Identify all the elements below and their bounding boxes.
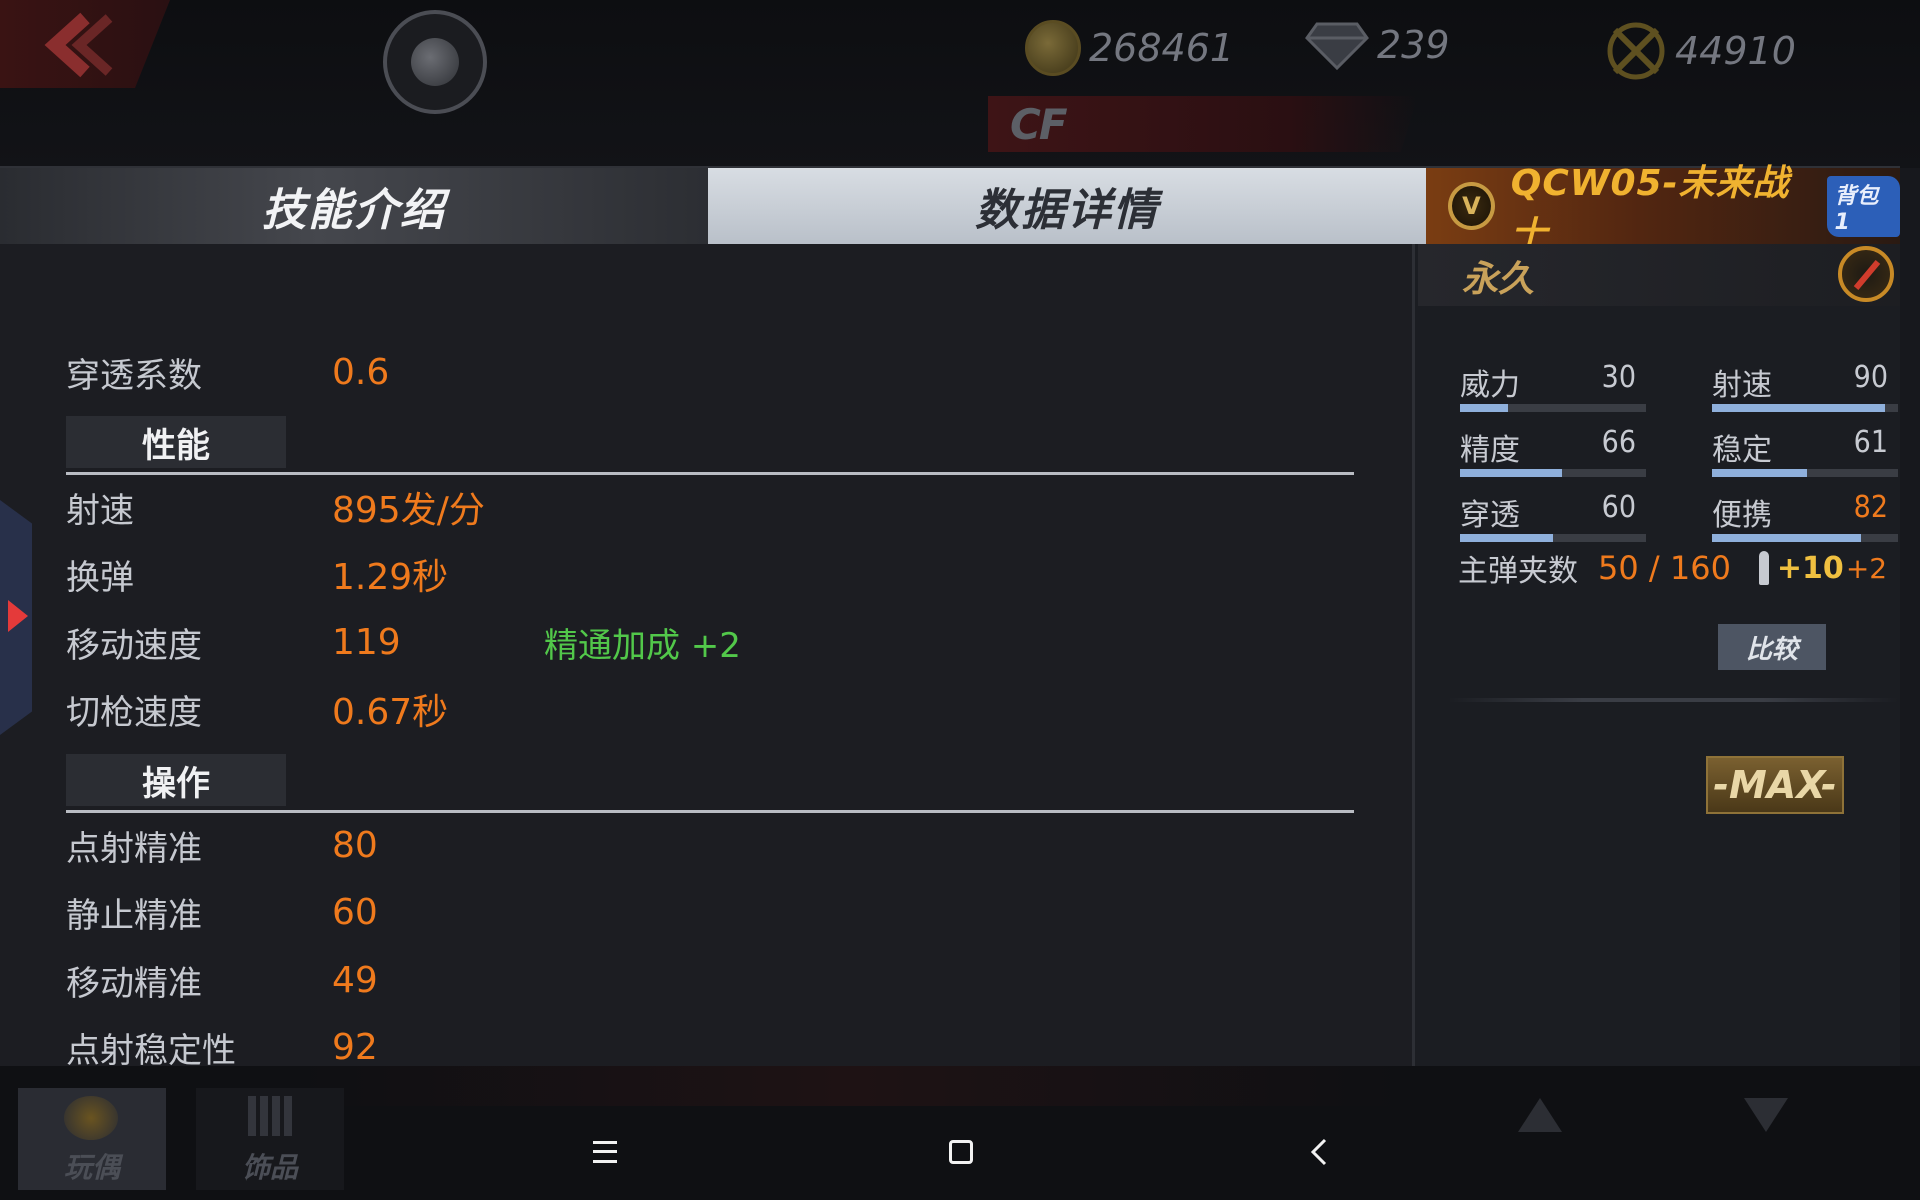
attr-label: 穿透	[1460, 498, 1520, 533]
accessory-icon	[248, 1096, 292, 1136]
attr-label: 威力	[1460, 368, 1520, 403]
bullet-icon	[1758, 551, 1769, 585]
stat-label: 点射稳定性	[66, 1030, 236, 1071]
section-divider	[66, 810, 1354, 813]
tab-skill-intro[interactable]: 技能介绍	[0, 168, 708, 244]
attr-bar	[1712, 534, 1898, 542]
stat-static-accuracy: 静止精准 60	[66, 884, 1366, 940]
doll-icon	[64, 1096, 118, 1140]
stat-value: 80	[332, 824, 378, 866]
duration-label: 永久	[1462, 259, 1535, 300]
ammo-bonus: +10	[1776, 550, 1844, 586]
stat-penetration: 穿透系数 0.6	[66, 344, 1366, 400]
attr-value: 61	[1853, 425, 1888, 460]
stat-reload: 换弹 1.29秒	[66, 546, 1366, 602]
stat-value: 0.67秒	[332, 692, 449, 733]
vip-badge-icon: V	[1448, 182, 1495, 230]
stat-value: 119	[332, 621, 401, 663]
menu-icon[interactable]	[583, 1130, 627, 1174]
expand-arrow-icon[interactable]	[8, 600, 28, 632]
stat-switch-speed: 切枪速度 0.67秒	[66, 681, 1366, 737]
tab-accessory-label: 饰品	[241, 1151, 298, 1184]
attr-label: 便携	[1712, 498, 1772, 533]
attr-portability: 便携 82	[1712, 484, 1908, 542]
cf-logo-icon: CF	[1010, 100, 1067, 149]
diamond-icon	[1305, 22, 1369, 70]
stat-value: 1.29秒	[332, 557, 449, 598]
stat-label: 静止精准	[66, 895, 202, 936]
attr-bar	[1460, 534, 1646, 542]
ammo-label: 主弹夹数	[1458, 554, 1578, 589]
stat-value: 49	[332, 959, 378, 1001]
stat-label: 射速	[66, 490, 134, 531]
stat-value: 0.6	[332, 351, 390, 393]
gold-currency[interactable]: 268461	[1025, 20, 1234, 76]
attr-bar	[1712, 404, 1898, 412]
gold-coin-icon	[1025, 20, 1081, 76]
attr-value: 82	[1853, 490, 1888, 525]
attr-bar	[1460, 404, 1646, 412]
section-divider	[66, 472, 1354, 475]
scroll-down-icon[interactable]	[1744, 1098, 1788, 1132]
stat-value: 92	[332, 1026, 378, 1068]
stat-fire-rate: 射速 895发/分	[66, 479, 1366, 535]
ammo-row: 主弹夹数 50 / 160 +10 +2	[1458, 546, 1887, 590]
compare-button[interactable]: 比较	[1718, 624, 1826, 670]
attr-label: 射速	[1712, 368, 1772, 403]
stat-label: 切枪速度	[66, 692, 202, 733]
gold-value: 268461	[1089, 26, 1235, 70]
points-icon	[1607, 22, 1665, 80]
stat-move-accuracy: 移动精准 49	[66, 952, 1366, 1008]
attr-accuracy: 精度 66	[1460, 419, 1656, 477]
attr-fire-rate: 射速 90	[1712, 354, 1908, 412]
stat-move-speed: 移动速度 119 精通加成 +2	[66, 614, 1366, 670]
compass-icon[interactable]	[1838, 246, 1894, 302]
back-arrow-icon[interactable]	[25, 10, 115, 80]
attr-value: 30	[1601, 360, 1636, 395]
stat-value: 60	[332, 891, 378, 933]
tab-skill-label: 技能介绍	[262, 185, 446, 236]
section-performance: 性能	[66, 416, 286, 468]
attr-penetration: 穿透 60	[1460, 484, 1656, 542]
points-value: 44910	[1675, 29, 1796, 73]
stat-value: 895发/分	[332, 490, 485, 531]
attr-label: 稳定	[1712, 433, 1772, 468]
ammo-value: 50 / 160	[1598, 549, 1731, 587]
home-icon[interactable]	[939, 1130, 983, 1174]
bag-tag: 背包1	[1826, 175, 1900, 237]
ammo-bonus-extra: +2	[1845, 551, 1888, 585]
bottom-glow	[300, 1066, 1400, 1106]
stat-burst-accuracy: 点射精准 80	[66, 817, 1366, 873]
stat-label: 换弹	[66, 557, 134, 598]
panel-divider	[1448, 698, 1898, 702]
attr-label: 精度	[1460, 433, 1520, 468]
scroll-up-icon[interactable]	[1518, 1098, 1562, 1132]
stat-label: 移动速度	[66, 625, 202, 666]
attr-power: 威力 30	[1460, 354, 1656, 412]
section-operation: 操作	[66, 754, 286, 806]
tab-doll-label: 玩偶	[63, 1151, 120, 1184]
diamond-currency[interactable]: 239	[1305, 20, 1450, 70]
tab-doll[interactable]: 玩偶	[18, 1088, 166, 1190]
attr-bar	[1712, 469, 1898, 477]
stat-label: 点射精准	[66, 828, 202, 869]
voice-icon[interactable]	[383, 10, 487, 114]
weapon-name: QCW05-未来战士	[1510, 163, 1790, 256]
diamond-value: 239	[1377, 23, 1450, 67]
stat-label: 移动精准	[66, 963, 202, 1004]
attr-value: 60	[1601, 490, 1636, 525]
tab-accessory[interactable]: 饰品	[196, 1088, 344, 1190]
points-currency[interactable]: 44910	[1605, 20, 1796, 82]
tab-data-details[interactable]: 数据详情	[708, 168, 1426, 244]
stat-label: 穿透系数	[66, 355, 202, 396]
attr-bar	[1460, 469, 1646, 477]
back-icon[interactable]	[1298, 1130, 1342, 1174]
attr-stability: 稳定 61	[1712, 419, 1908, 477]
attr-value: 66	[1601, 425, 1636, 460]
attr-value: 90	[1853, 360, 1888, 395]
weapon-header: V QCW05-未来战士 背包1	[1426, 163, 1900, 256]
max-level-badge: -MAX-	[1706, 756, 1844, 814]
tab-data-label: 数据详情	[975, 185, 1159, 236]
mastery-bonus: 精通加成 +2	[544, 625, 741, 666]
